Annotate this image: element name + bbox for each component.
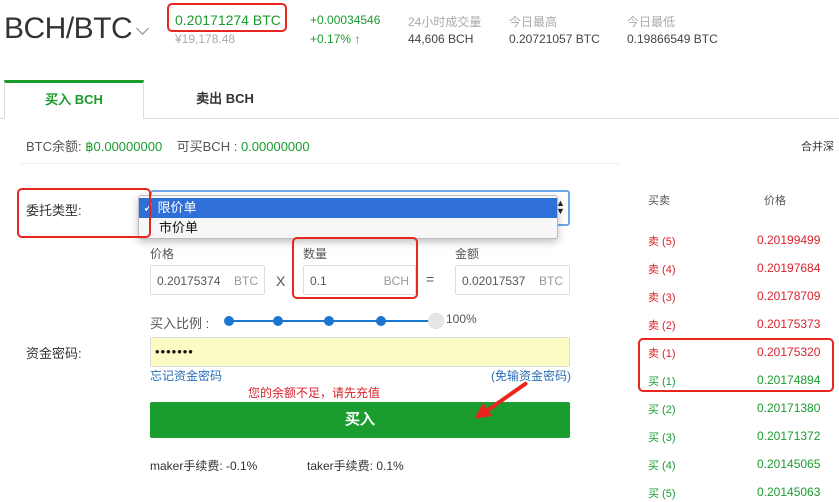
btc-balance-label: BTC余额: <box>26 139 86 154</box>
btc-balance-value: ฿0.00000000 <box>85 139 163 154</box>
orderbook-row-side[interactable]: 卖 (2) <box>648 317 676 333</box>
price-value: 0.20175374 <box>157 274 221 288</box>
times-sign: X <box>276 273 286 289</box>
option-limit[interactable]: ✓ 限价单 <box>139 198 557 218</box>
orderbook-row-price[interactable]: 0.20171372 <box>757 429 820 443</box>
annotation-box-price <box>167 3 287 32</box>
insufficient-balance-warning: 您的余额不足，请先充值 <box>248 386 381 400</box>
forgot-password-link[interactable]: 忘记资金密码 <box>150 367 222 384</box>
ratio-slider-stop[interactable] <box>376 316 386 326</box>
price-input[interactable]: 0.20175374 BTC <box>150 265 265 295</box>
low-label: 今日最低 <box>627 15 676 29</box>
orderbook-price-header: 价格 <box>764 195 786 207</box>
can-buy-value: 0.00000000 <box>240 139 310 154</box>
volume-label: 24小时成交量 <box>408 15 482 29</box>
ratio-slider-stop[interactable] <box>273 316 283 326</box>
total-value: 0.02017537 <box>462 274 526 288</box>
orderbook-row-side[interactable]: 买 (3) <box>648 429 676 445</box>
password-mask: ••••••• <box>155 344 194 359</box>
orderbook-row-side[interactable]: 卖 (5) <box>648 233 676 249</box>
orderbook-side-header: 买卖 <box>648 195 670 207</box>
last-price-cny: ¥19,178.48 <box>175 32 236 46</box>
high-label: 今日最高 <box>509 15 558 29</box>
password-input[interactable]: ••••••• <box>150 337 570 367</box>
equals-sign: = <box>426 271 435 287</box>
orderbook-row-price[interactable]: 0.20171380 <box>757 401 820 415</box>
no-password-link[interactable]: (免输资金密码) <box>491 367 571 384</box>
order-type-dropdown: ✓ 限价单 市价单 <box>138 195 558 239</box>
high-value: 0.20721057 BTC <box>509 32 600 46</box>
orderbook-row-price[interactable]: 0.20175373 <box>757 317 820 331</box>
annotation-box-order-type <box>17 188 151 238</box>
orderbook-row-price[interactable]: 0.20199499 <box>757 233 820 247</box>
price-label: 价格 <box>150 247 175 261</box>
orderbook-row-side[interactable]: 卖 (4) <box>648 261 676 277</box>
annotation-box-amount <box>292 237 418 299</box>
change-percent-value: +0.17% <box>310 32 352 46</box>
ratio-slider-stop[interactable] <box>324 316 334 326</box>
total-label: 金额 <box>455 247 480 261</box>
buy-button[interactable]: 买入 <box>150 402 570 438</box>
annotation-box-best-orders <box>638 338 834 392</box>
orderbook-row-price[interactable]: 0.20145063 <box>757 485 820 499</box>
change-absolute: +0.00034546 <box>310 13 381 27</box>
option-market[interactable]: 市价单 <box>139 218 557 238</box>
option-limit-label: 限价单 <box>157 200 197 215</box>
chevron-down-icon[interactable] <box>136 22 149 35</box>
orderbook-row-side[interactable]: 买 (2) <box>648 401 676 417</box>
merge-depth-select[interactable]: 合并深 <box>801 138 834 154</box>
orderbook-row-side[interactable]: 买 (5) <box>648 485 676 501</box>
balance-line: BTC余额: ฿0.00000000 可买BCH : 0.00000000 <box>26 136 310 155</box>
price-unit: BTC <box>234 274 258 288</box>
ratio-max-label: 100% <box>446 312 477 326</box>
orderbook-row-price[interactable]: 0.20197684 <box>757 261 820 275</box>
taker-fee: taker手续费: 0.1% <box>307 459 404 473</box>
orderbook-row-price[interactable]: 0.20145065 <box>757 457 820 471</box>
total-unit: BTC <box>539 274 563 288</box>
ratio-slider-stop[interactable] <box>224 316 234 326</box>
tab-sell[interactable]: 卖出 BCH <box>150 80 300 118</box>
arrow-up-icon: ↑ <box>354 32 361 46</box>
password-label: 资金密码: <box>26 346 82 361</box>
low-value: 0.19866549 BTC <box>627 32 718 46</box>
can-buy-label: 可买BCH : <box>176 139 241 154</box>
change-percent: +0.17% ↑ <box>310 32 360 46</box>
total-input[interactable]: 0.02017537 BTC <box>455 265 570 295</box>
volume-value: 44,606 BCH <box>408 32 474 46</box>
ratio-label: 买入比例 : <box>150 316 210 331</box>
ratio-slider-handle[interactable] <box>428 313 444 329</box>
orderbook-row-side[interactable]: 买 (4) <box>648 457 676 473</box>
form-divider <box>20 163 619 164</box>
pair-title[interactable]: BCH/BTC <box>4 12 133 46</box>
maker-fee: maker手续费: -0.1% <box>150 459 258 473</box>
orderbook-row-side[interactable]: 卖 (3) <box>648 289 676 305</box>
orderbook-row-price[interactable]: 0.20178709 <box>757 289 820 303</box>
tab-buy[interactable]: 买入 BCH <box>4 80 144 119</box>
